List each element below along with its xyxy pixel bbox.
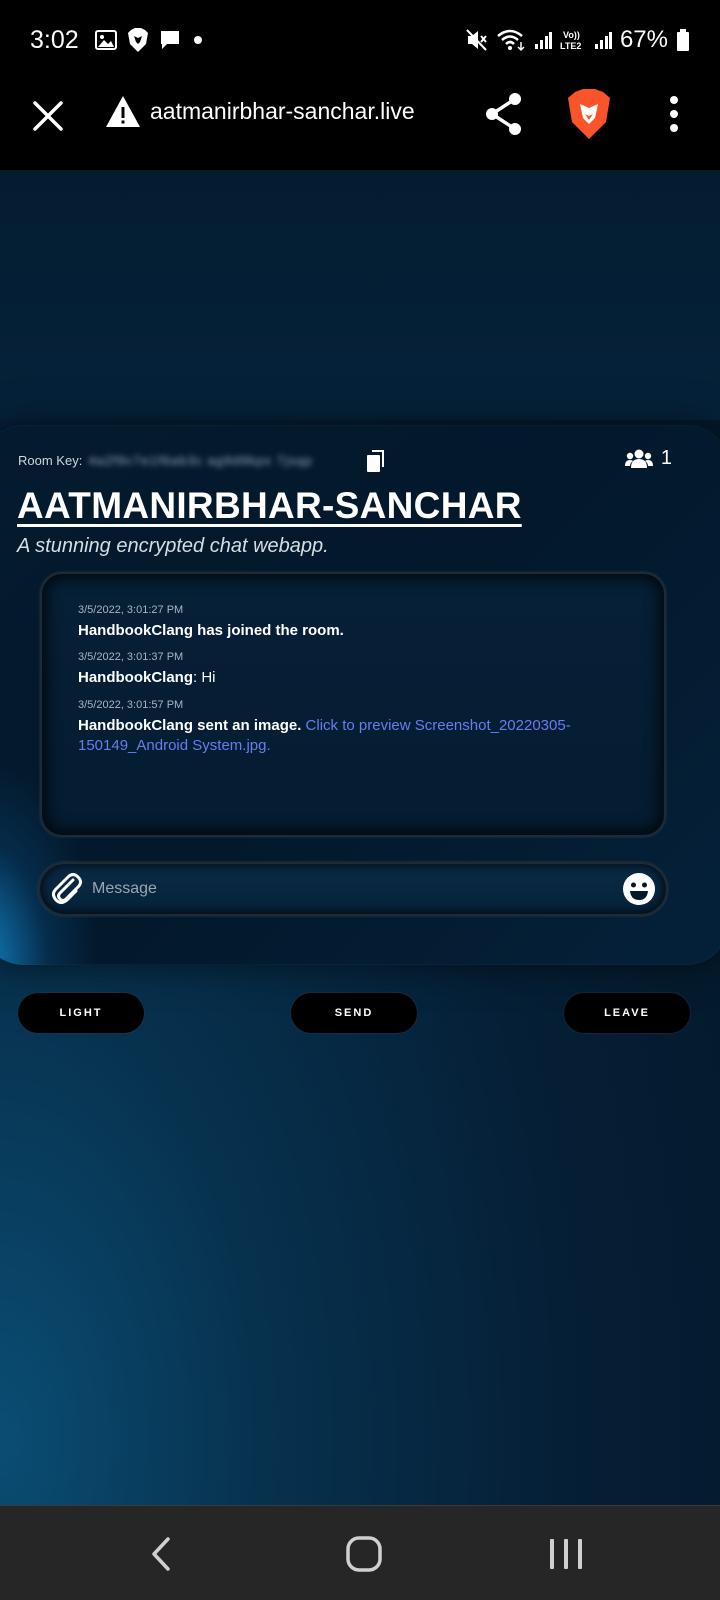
signal-icon [534,30,552,50]
chat-message: 3/5/2022, 3:01:57 PM HandbookClang sent … [78,699,618,756]
wifi-icon [496,28,526,52]
volte-icon: Vo)) LTE2 [560,28,586,52]
warning-icon[interactable] [104,94,142,130]
message-text: : Hi [193,669,216,686]
image-icon [94,30,117,50]
mute-icon [466,28,488,52]
top-background [0,170,720,420]
dot-icon [191,33,205,47]
notification-icons [94,28,205,52]
svg-text:LTE2: LTE2 [560,41,581,51]
signal-icon [594,30,612,50]
message-body: HandbookClang sent an image. Click to pr… [78,716,618,756]
chat-card: Room Key: 4a2f9c7e1f6ab3c ag9d9kpx 7jsqp… [0,425,720,965]
browser-toolbar: aatmanirbhar-sanchar.live [0,80,720,170]
message-composer [38,862,668,916]
battery-icon [676,28,690,52]
app-subtitle: A stunning encrypted chat webapp. [17,535,329,557]
status-bar: 3:02 Vo)) LTE2 67% [0,0,720,80]
system-status-icons: Vo)) LTE2 67% [466,26,690,54]
message-user: HandbookClang [78,669,193,686]
url-bar[interactable]: aatmanirbhar-sanchar.live [150,98,415,125]
users-icon [624,449,653,469]
room-key-value: 4a2f9c7e1f6ab3c ag9d9kpx 7jsqp [88,453,313,468]
message-user: HandbookClang has joined the room. [78,622,344,639]
message-user: HandbookClang sent an image. [78,717,302,734]
emoji-icon[interactable] [622,872,656,906]
attach-icon[interactable] [50,872,84,906]
room-key-label: Room Key: [18,453,83,468]
users-count: 1 [660,447,672,469]
back-icon[interactable] [148,1536,174,1572]
chat-message: 3/5/2022, 3:01:37 PM HandbookClang: Hi [78,651,618,688]
web-content: Room Key: 4a2f9c7e1f6ab3c ag9d9kpx 7jsqp… [0,170,720,1505]
message-timestamp: 3/5/2022, 3:01:37 PM [78,651,184,663]
light-button[interactable]: LIGHT [18,993,144,1033]
app-title[interactable]: AATMANIRBHAR-SANCHAR [17,485,522,527]
message-input[interactable] [92,874,592,904]
close-tab-icon[interactable] [30,98,66,134]
message-timestamp: 3/5/2022, 3:01:27 PM [78,604,184,616]
brave-notification-icon [127,28,149,52]
navigation-bar [0,1505,720,1600]
more-options-icon[interactable] [664,94,684,134]
battery-percentage: 67% [619,26,668,53]
copy-icon[interactable] [365,449,387,473]
chat-messages[interactable]: 3/5/2022, 3:01:27 PM HandbookClang has j… [40,572,666,837]
recents-icon[interactable] [548,1538,584,1570]
chat-message: 3/5/2022, 3:01:27 PM HandbookClang has j… [78,604,618,641]
users-online[interactable]: 1 [624,447,672,470]
send-button[interactable]: SEND [291,993,417,1033]
message-body: HandbookClang has joined the room. [78,621,618,641]
brave-shields-icon[interactable] [566,88,612,140]
svg-text:Vo)): Vo)) [563,30,580,40]
room-key: Room Key: 4a2f9c7e1f6ab3c ag9d9kpx 7jsqp [18,453,313,468]
home-icon[interactable] [345,1536,383,1572]
leave-button[interactable]: LEAVE [564,993,690,1033]
message-icon [159,29,181,51]
message-body: HandbookClang: Hi [78,668,618,688]
message-timestamp: 3/5/2022, 3:01:57 PM [78,699,184,711]
status-time: 3:02 [30,25,79,54]
share-icon[interactable] [484,92,524,136]
